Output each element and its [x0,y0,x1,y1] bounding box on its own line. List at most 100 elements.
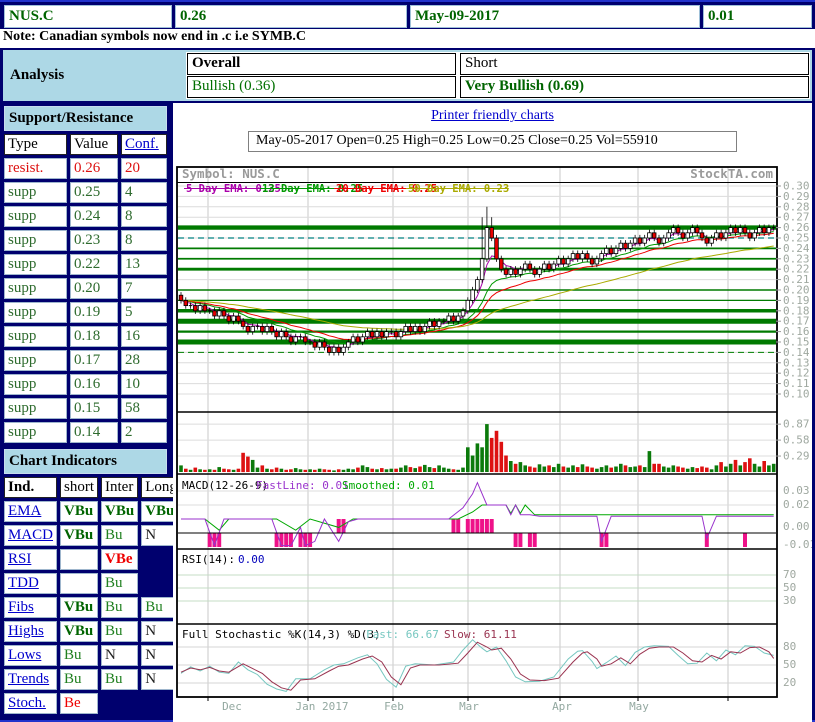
sr-cell: supp [4,182,67,203]
indicator-link-ema[interactable]: EMA [8,503,41,519]
sr-cell: 4 [121,182,167,203]
svg-text:Symbol: NUS.C: Symbol: NUS.C [182,166,280,181]
indicator-name-cell: Lows [4,645,57,666]
sr-row: supp0.207 [4,278,167,299]
printer-friendly-link[interactable]: Printer friendly charts [431,108,554,123]
sr-cell: 0.23 [70,230,118,251]
indicator-link-trends[interactable]: Trends [8,671,49,687]
analysis-title: Analysis [5,52,186,99]
svg-text:80: 80 [783,640,796,653]
stockta-page: { "header": { "symbol": "NUS.C", "price"… [0,0,815,722]
chart-indicators-title: Chart Indicators [4,449,167,474]
svg-text:Jan 2017: Jan 2017 [296,700,349,713]
sr-row: supp0.238 [4,230,167,251]
indicator-row: TrendsBuBuN [4,669,181,690]
indicator-link-fibs[interactable]: Fibs [8,599,34,615]
sr-row: supp0.2213 [4,254,167,275]
sr-cell: 0.17 [70,350,118,371]
sr-cell: resist. [4,158,67,179]
indicator-value-cell: VBu [60,525,98,546]
indicator-value-cell: N [101,645,138,666]
ohlc-info-box: May-05-2017 Open=0.25 High=0.25 Low=0.25… [248,131,737,152]
sr-col-value: Value [70,134,118,155]
chart-indicators-table: Ind. short Inter Long EMAVBuVBuVBuMACDVB… [1,474,184,717]
indicator-link-tdd[interactable]: TDD [8,575,39,591]
sr-row: supp0.195 [4,302,167,323]
sr-cell: 0.18 [70,326,118,347]
indicator-link-lows[interactable]: Lows [8,647,41,663]
indicator-row: EMAVBuVBuVBu [4,501,181,522]
indicator-row: RSIVBe [4,549,181,570]
indicator-row: TDD Bu [4,573,181,594]
sr-cell: 0.16 [70,374,118,395]
sr-cell: 0.19 [70,302,118,323]
sr-cell: 0.25 [70,182,118,203]
indicator-value-cell [60,573,98,594]
price-value: 0.26 [175,5,407,28]
short-header: Short [460,53,809,75]
indicator-row: FibsVBuBuBu [4,597,181,618]
indicator-name-cell: MACD [4,525,57,546]
indicator-link-highs[interactable]: Highs [8,623,44,639]
svg-text:Apr: Apr [552,700,572,713]
sr-cell: 2 [121,422,167,443]
sr-row: resist.0.2620 [4,158,167,179]
svg-text:RSI(14):: RSI(14): [182,553,235,566]
sr-row: supp0.142 [4,422,167,443]
sr-cell: 0.22 [70,254,118,275]
sr-cell: 16 [121,326,167,347]
indicator-value-cell: Bu [60,645,98,666]
symbol-input[interactable]: NUS.C [4,5,172,28]
sr-row: supp0.1816 [4,326,167,347]
sidebar: Support/Resistance Type Value Conf. resi… [4,106,171,717]
canadian-symbols-note: Note: Canadian symbols now end in .c i.e… [0,29,815,48]
short-value: Very Bullish (0.69) [460,76,809,98]
sr-row: supp0.1558 [4,398,167,419]
indicator-value-cell: Bu [101,573,138,594]
sr-cell: 13 [121,254,167,275]
indicator-link-rsi[interactable]: RSI [8,551,31,567]
svg-text:0.02: 0.02 [783,498,810,511]
indicator-value-cell: Bu [101,669,138,690]
indicator-link-macd[interactable]: MACD [8,527,53,543]
indicator-name-cell: TDD [4,573,57,594]
svg-text:FastLine: 0.01: FastLine: 0.01 [256,479,349,492]
indicator-name-cell: Stoch. [4,693,57,714]
sr-row: supp0.1728 [4,350,167,371]
indicator-value-cell: VBu [101,501,138,522]
ci-col-short: short [60,477,98,498]
support-resistance-table: Type Value Conf. resist.0.2620supp0.254s… [1,131,170,446]
svg-text:Fast: 66.67: Fast: 66.67 [366,628,439,641]
sr-cell: 0.15 [70,398,118,419]
svg-text:May: May [629,700,649,713]
analysis-section: Analysis Overall Short Bullish (0.36) Ve… [3,50,812,101]
sr-cell: supp [4,206,67,227]
indicator-value-cell: VBu [60,597,98,618]
sr-cell: 7 [121,278,167,299]
support-resistance-title: Support/Resistance [4,106,167,131]
sr-col-conf: Conf. [121,134,167,155]
conf-link[interactable]: Conf. [125,136,159,152]
indicator-link-stoch[interactable]: Stoch. [8,695,46,711]
indicator-value-cell: Bu [101,621,138,642]
sr-cell: 5 [121,302,167,323]
svg-text:0.10: 0.10 [783,388,810,401]
overall-header: Overall [187,53,456,75]
sr-cell: 58 [121,398,167,419]
sr-cell: supp [4,398,67,419]
indicator-value-cell: Bu [101,525,138,546]
svg-text:Dec: Dec [222,700,242,713]
indicator-name-cell: EMA [4,501,57,522]
sr-cell: supp [4,350,67,371]
sr-cell: 0.24 [70,206,118,227]
sr-cell: supp [4,254,67,275]
sr-row: supp0.254 [4,182,167,203]
svg-text:0.03: 0.03 [783,484,810,497]
sr-cell: 0.20 [70,278,118,299]
svg-text:50 Day EMA: 0.23: 50 Day EMA: 0.23 [408,183,509,195]
svg-text:-0.01: -0.01 [783,538,812,551]
date-value: May-09-2017 [410,5,700,28]
stock-chart: Symbol: NUS.CStockTA.com5 Day EMA: 0.251… [176,164,812,722]
svg-text:0.87 M: 0.87 M [783,418,812,431]
sr-cell: supp [4,230,67,251]
